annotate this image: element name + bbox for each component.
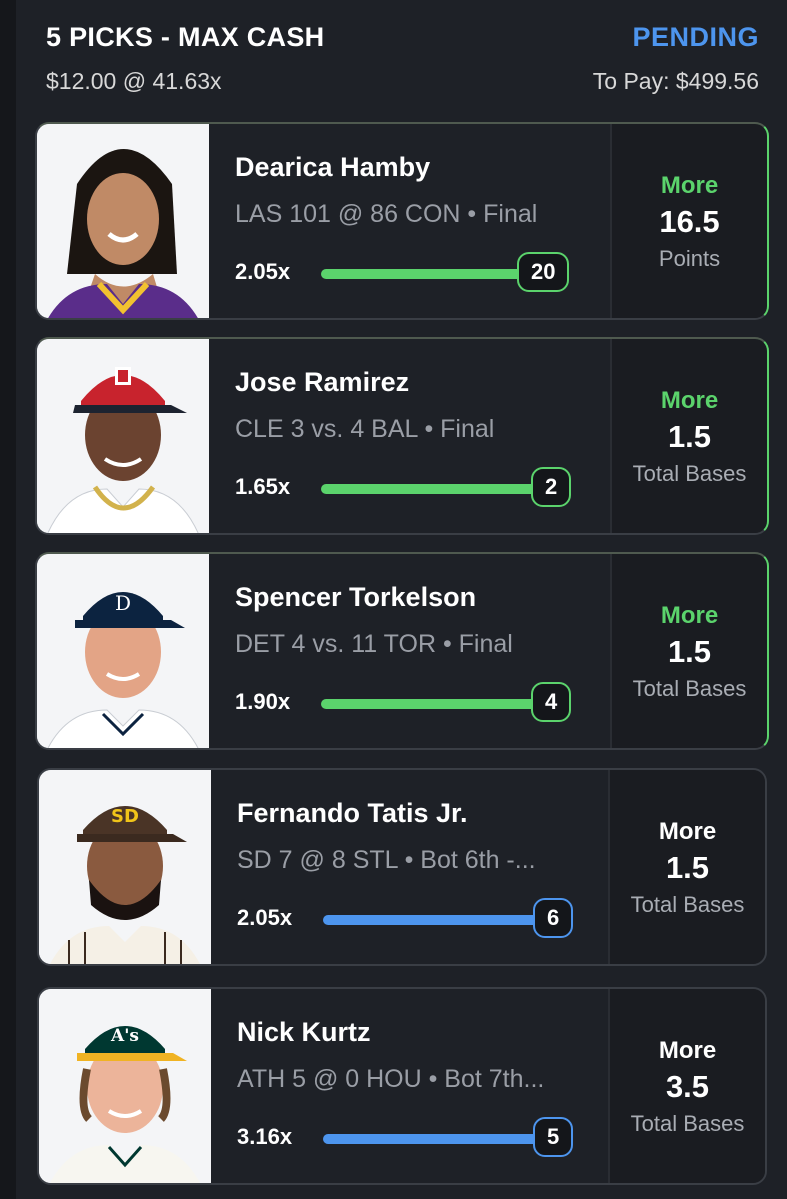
to-pay-text: To Pay: $499.56 bbox=[592, 68, 759, 94]
stat-type: Total Bases bbox=[630, 1111, 745, 1136]
game-status: SD 7 @ 8 STL • Bot 6th -... bbox=[237, 846, 536, 874]
current-stat-badge: 20 bbox=[517, 252, 570, 292]
projection-line: 1.5 bbox=[665, 850, 710, 885]
pick-info: Dearica Hamby LAS 101 @ 86 CON • Final 2… bbox=[235, 124, 615, 318]
current-stat-badge: 5 bbox=[533, 1117, 574, 1157]
svg-text:D: D bbox=[115, 591, 131, 615]
current-stat-badge: 4 bbox=[531, 682, 572, 722]
player-photo: SD bbox=[39, 770, 211, 964]
entry-header: 5 PICKS - MAX CASH PENDING $12.00 @ 41.6… bbox=[46, 20, 759, 100]
player-photo: D bbox=[37, 554, 209, 748]
game-status: LAS 101 @ 86 CON • Final bbox=[235, 200, 538, 228]
status-badge: PENDING bbox=[632, 22, 759, 52]
progress-bar bbox=[321, 484, 536, 494]
player-photo: A's bbox=[39, 989, 211, 1183]
stat-type: Total Bases bbox=[632, 676, 747, 701]
stat-type: Total Bases bbox=[632, 461, 747, 486]
multiplier: 1.90x bbox=[235, 689, 291, 714]
projection-line: 3.5 bbox=[665, 1069, 710, 1104]
player-photo bbox=[37, 124, 209, 318]
projection-panel: More 1.5 Total Bases bbox=[610, 339, 767, 533]
multiplier: 3.16x bbox=[237, 1124, 293, 1149]
pick-info: Jose Ramirez CLE 3 vs. 4 BAL • Final 1.6… bbox=[235, 339, 615, 533]
pick-direction: More bbox=[660, 172, 719, 199]
stat-type: Points bbox=[658, 246, 721, 271]
projection-line: 16.5 bbox=[659, 204, 720, 239]
game-status: ATH 5 @ 0 HOU • Bot 7th... bbox=[237, 1065, 545, 1093]
progress-bar bbox=[321, 269, 531, 279]
pick-info: Nick Kurtz ATH 5 @ 0 HOU • Bot 7th... 3.… bbox=[237, 989, 617, 1183]
pick-info: Fernando Tatis Jr. SD 7 @ 8 STL • Bot 6t… bbox=[237, 770, 617, 964]
svg-text:A's: A's bbox=[110, 1026, 139, 1046]
entry-title: 5 PICKS - MAX CASH bbox=[46, 22, 325, 52]
game-status: CLE 3 vs. 4 BAL • Final bbox=[235, 415, 495, 443]
current-stat-badge: 2 bbox=[531, 467, 572, 507]
pick-direction: More bbox=[660, 387, 719, 414]
svg-text:SD: SD bbox=[111, 806, 139, 827]
player-name: Nick Kurtz bbox=[237, 1017, 371, 1047]
progress-bar bbox=[323, 915, 538, 925]
multiplier: 1.65x bbox=[235, 474, 291, 499]
pick-direction: More bbox=[658, 818, 717, 845]
progress-bar bbox=[323, 1134, 538, 1144]
left-edge-bar bbox=[0, 0, 16, 1199]
pick-card[interactable]: SD Fernando Tatis Jr. SD 7 @ 8 STL • Bot… bbox=[37, 768, 767, 966]
projection-line: 1.5 bbox=[667, 419, 712, 454]
projection-panel: More 3.5 Total Bases bbox=[608, 989, 765, 1183]
projection-panel: More 1.5 Total Bases bbox=[610, 554, 767, 748]
projection-panel: More 16.5 Points bbox=[610, 124, 767, 318]
pick-card[interactable]: Jose Ramirez CLE 3 vs. 4 BAL • Final 1.6… bbox=[35, 337, 769, 535]
pick-direction: More bbox=[658, 1037, 717, 1064]
pick-direction: More bbox=[660, 602, 719, 629]
player-name: Spencer Torkelson bbox=[235, 582, 477, 612]
projection-line: 1.5 bbox=[667, 634, 712, 669]
pick-info: Spencer Torkelson DET 4 vs. 11 TOR • Fin… bbox=[235, 554, 615, 748]
progress-bar bbox=[321, 699, 536, 709]
player-name: Jose Ramirez bbox=[235, 367, 410, 397]
multiplier: 2.05x bbox=[235, 259, 291, 284]
player-name: Dearica Hamby bbox=[235, 152, 431, 182]
projection-panel: More 1.5 Total Bases bbox=[608, 770, 765, 964]
player-photo bbox=[37, 339, 209, 533]
game-status: DET 4 vs. 11 TOR • Final bbox=[235, 630, 513, 658]
stat-type: Total Bases bbox=[630, 892, 745, 917]
pick-card[interactable]: Dearica Hamby LAS 101 @ 86 CON • Final 2… bbox=[35, 122, 769, 320]
pick-card[interactable]: A's Nick Kurtz ATH 5 @ 0 HOU • Bot 7th..… bbox=[37, 987, 767, 1185]
stake-text: $12.00 @ 41.63x bbox=[46, 68, 222, 94]
current-stat-badge: 6 bbox=[533, 898, 574, 938]
player-name: Fernando Tatis Jr. bbox=[237, 798, 468, 828]
pick-card[interactable]: D Spencer Torkelson DET 4 vs. 11 TOR • F… bbox=[35, 552, 769, 750]
multiplier: 2.05x bbox=[237, 905, 293, 930]
